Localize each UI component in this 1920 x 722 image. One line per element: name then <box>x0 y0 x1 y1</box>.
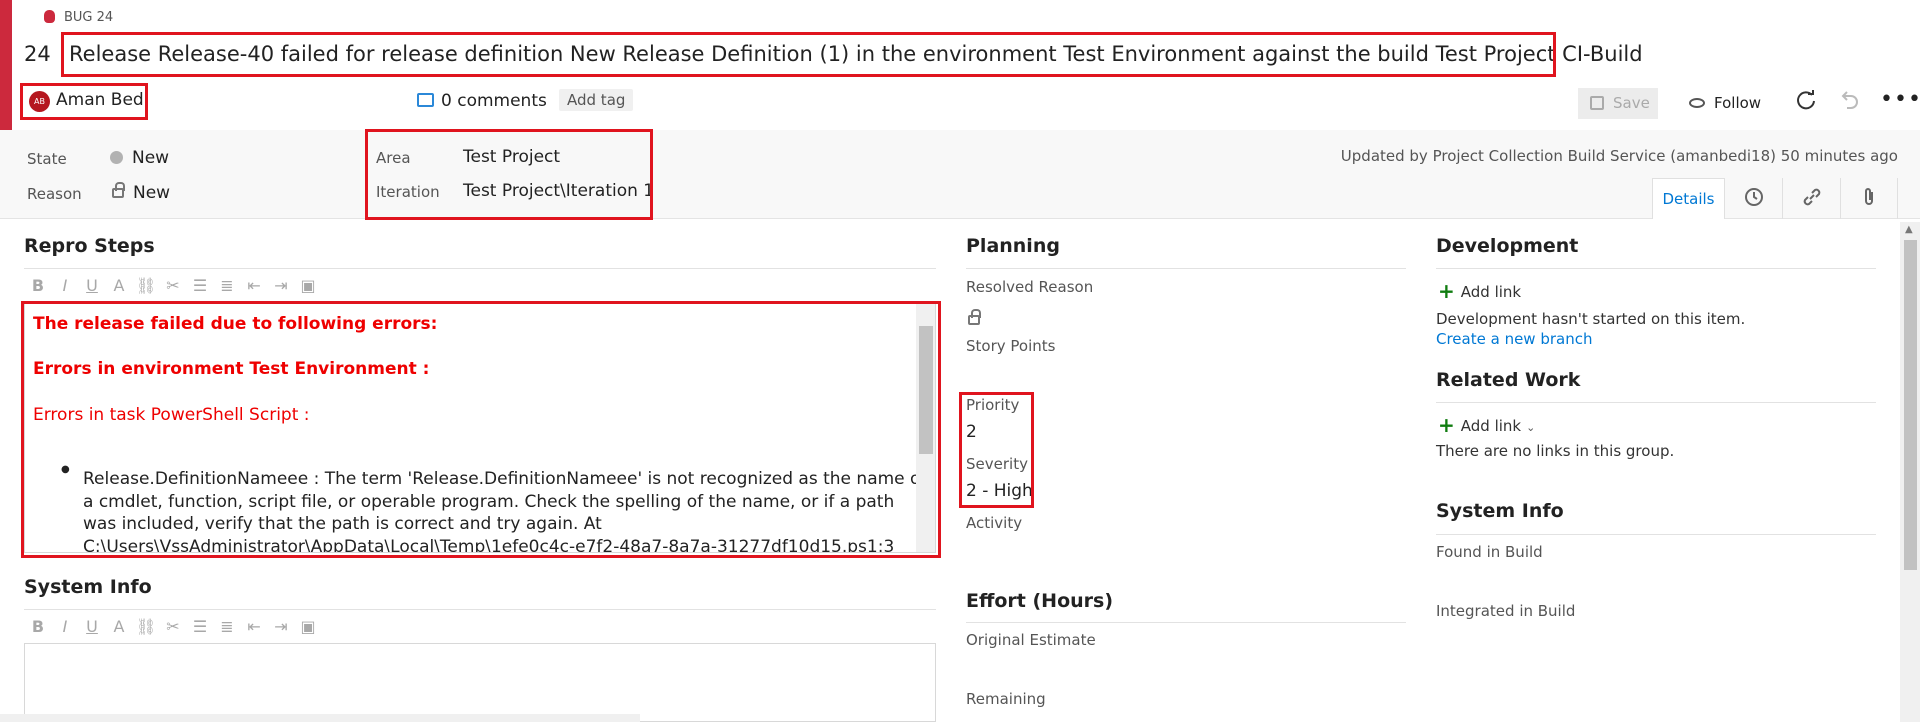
numbered-list-icon[interactable]: ≣ <box>217 617 237 636</box>
highlight-icon[interactable]: A <box>109 276 129 295</box>
story-points-label: Story Points <box>966 337 1056 355</box>
horizontal-scrollbar[interactable] <box>0 714 640 722</box>
plus-icon: + <box>1438 279 1455 303</box>
bug-accent-bar <box>0 0 12 130</box>
resolved-reason-field[interactable] <box>968 309 989 329</box>
outdent-icon[interactable]: ⇤ <box>244 617 264 636</box>
more-actions-button[interactable]: ••• <box>1880 87 1920 112</box>
divider <box>966 622 1406 623</box>
indent-icon[interactable]: ⇥ <box>271 276 291 295</box>
state-label: State <box>27 150 67 168</box>
found-in-build-label: Found in Build <box>1436 543 1543 561</box>
work-item-type: BUG 24 <box>44 10 113 25</box>
divider <box>24 609 936 610</box>
bold-button[interactable]: B <box>28 617 48 636</box>
paperclip-icon[interactable] <box>1840 178 1898 219</box>
remaining-label: Remaining <box>966 690 1046 708</box>
chevron-down-icon: ⌄ <box>1526 421 1536 434</box>
system-info-title: System Info <box>24 576 152 598</box>
reason-field[interactable]: New <box>112 182 170 203</box>
related-add-link[interactable]: + Add link ⌄ <box>1438 413 1535 437</box>
underline-button[interactable]: U <box>82 276 102 295</box>
development-title: Development <box>1436 235 1579 257</box>
save-button[interactable]: Save <box>1578 88 1658 119</box>
add-tag-button[interactable]: Add tag <box>559 89 634 111</box>
unlink-icon[interactable]: ✂ <box>163 617 183 636</box>
priority-severity-highlight <box>959 392 1034 508</box>
comment-icon <box>417 93 434 107</box>
bold-button[interactable]: B <box>28 276 48 295</box>
image-icon[interactable]: ▣ <box>298 276 318 295</box>
divider <box>1436 534 1876 535</box>
title-highlight <box>61 32 1556 77</box>
divider <box>24 268 936 269</box>
unlink-icon[interactable]: ✂ <box>163 276 183 295</box>
indent-icon[interactable]: ⇥ <box>271 617 291 636</box>
undo-icon[interactable] <box>1838 89 1860 116</box>
refresh-icon[interactable] <box>1795 89 1817 116</box>
repro-toolbar: B I U A ⛓ ✂ ☰ ≣ ⇤ ⇥ ▣ <box>28 276 325 298</box>
italic-button[interactable]: I <box>55 276 75 295</box>
development-add-link[interactable]: + Add link <box>1438 279 1521 303</box>
history-icon[interactable] <box>1724 178 1782 219</box>
resolved-reason-label: Resolved Reason <box>966 278 1094 296</box>
link-icon[interactable] <box>1782 178 1840 219</box>
repro-steps-title: Repro Steps <box>24 235 155 257</box>
related-empty-text: There are no links in this group. <box>1436 442 1675 460</box>
bug-icon <box>44 10 55 23</box>
development-empty-text: Development hasn't started on this item. <box>1436 310 1746 328</box>
save-icon <box>1590 96 1604 110</box>
eye-icon <box>1689 98 1705 108</box>
lock-icon <box>112 182 125 198</box>
system-info-toolbar: B I U A ⛓ ✂ ☰ ≣ ⇤ ⇥ ▣ <box>28 617 325 639</box>
system-info-right-title: System Info <box>1436 500 1564 522</box>
bulleted-list-icon[interactable]: ☰ <box>190 617 210 636</box>
divider <box>966 268 1406 269</box>
outdent-icon[interactable]: ⇤ <box>244 276 264 295</box>
numbered-list-icon[interactable]: ≣ <box>217 276 237 295</box>
related-work-title: Related Work <box>1436 369 1581 391</box>
underline-button[interactable]: U <box>82 617 102 636</box>
updated-info: Updated by Project Collection Build Serv… <box>1340 147 1898 165</box>
integrated-in-build-label: Integrated in Build <box>1436 602 1576 620</box>
effort-title: Effort (Hours) <box>966 590 1114 612</box>
reason-label: Reason <box>27 185 82 203</box>
bulleted-list-icon[interactable]: ☰ <box>190 276 210 295</box>
link-icon[interactable]: ⛓ <box>136 617 156 636</box>
divider <box>1436 402 1876 403</box>
page-scrollbar-thumb[interactable] <box>1904 240 1917 570</box>
state-field[interactable]: New <box>110 148 169 168</box>
tab-details[interactable]: Details <box>1652 178 1724 219</box>
area-iteration-highlight <box>365 129 653 220</box>
author-highlight <box>20 83 148 120</box>
image-icon[interactable]: ▣ <box>298 617 318 636</box>
highlight-icon[interactable]: A <box>109 617 129 636</box>
scroll-up-arrow[interactable]: ▲ <box>1905 224 1913 235</box>
lock-icon <box>968 309 981 325</box>
create-branch-link[interactable]: Create a new branch <box>1436 330 1592 348</box>
follow-button[interactable]: Follow <box>1689 94 1761 112</box>
italic-button[interactable]: I <box>55 617 75 636</box>
comments-link[interactable]: 0 comments <box>417 91 547 111</box>
link-icon[interactable]: ⛓ <box>136 276 156 295</box>
system-info-editor[interactable] <box>24 643 936 722</box>
fields-band: State New Reason New Area Test Project I… <box>0 130 1920 219</box>
work-item-id: 24 <box>24 42 51 66</box>
plus-icon: + <box>1438 413 1455 437</box>
state-dot <box>110 151 123 164</box>
planning-title: Planning <box>966 235 1060 257</box>
repro-steps-highlight <box>21 301 941 558</box>
original-estimate-label: Original Estimate <box>966 631 1096 649</box>
activity-label: Activity <box>966 514 1023 532</box>
divider <box>1436 268 1876 269</box>
